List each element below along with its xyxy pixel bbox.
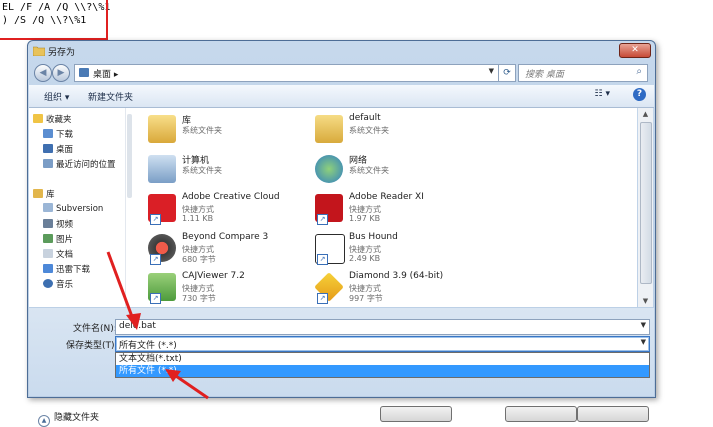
save-button[interactable] xyxy=(505,406,577,422)
library-icon xyxy=(33,189,43,198)
nav-recent[interactable]: 最近访问的位置 xyxy=(43,158,116,172)
file-item[interactable]: ↗ Bus Hound 快捷方式 2.49 KB xyxy=(315,232,480,270)
scroll-thumb[interactable] xyxy=(127,114,132,198)
file-item[interactable]: 计算机 系统文件夹 xyxy=(148,153,313,191)
desktop-icon xyxy=(79,68,89,77)
file-type-option-txt[interactable]: 文本文档(*.txt) xyxy=(116,353,649,365)
nav-thunder-downloads[interactable]: 迅雷下载 xyxy=(43,263,90,277)
file-item[interactable]: ↗ Adobe Reader XI 快捷方式 1.97 KB xyxy=(315,192,480,230)
encoding-select[interactable] xyxy=(380,406,452,422)
refresh-button[interactable]: ⟳ xyxy=(498,64,516,82)
address-bar[interactable]: 桌面 ▸ ▼ xyxy=(74,64,499,82)
background-editor: EL /F /A /Q \\?\%1 ) /S /Q \\?\%1 xyxy=(0,0,713,40)
scroll-up-arrow-icon[interactable]: ▲ xyxy=(638,108,653,120)
user-folder-icon xyxy=(315,115,343,143)
cancel-button[interactable] xyxy=(577,406,649,422)
star-icon xyxy=(33,114,43,123)
picture-icon xyxy=(43,234,53,243)
file-type-dropdown: 文本文档(*.txt) 所有文件 (*.*) xyxy=(115,352,650,378)
file-item[interactable]: ↗ Diamond 3.9 (64-bit) 快捷方式 997 字节 xyxy=(314,271,480,307)
scroll-down-arrow-icon[interactable]: ▼ xyxy=(638,295,653,307)
file-item[interactable]: 库 系统文件夹 xyxy=(148,113,313,151)
desktop-icon xyxy=(43,144,53,153)
forward-button[interactable]: ▶ xyxy=(52,64,70,82)
shortcut-arrow-icon: ↗ xyxy=(317,293,328,304)
scroll-thumb[interactable] xyxy=(640,122,652,284)
folder-icon xyxy=(33,46,45,56)
library-folder-icon xyxy=(148,115,176,143)
save-as-dialog: 另存为 ✕ ◀ ▶ 桌面 ▸ ▼ ⟳ 搜索 桌面 ⌕ 组织 ▾ 新建文件夹 ☷ … xyxy=(27,40,656,427)
new-folder-button[interactable]: 新建文件夹 xyxy=(88,90,133,103)
save-options-panel: 文件名(N): dele.bat ▼ 保存类型(T): 所有文件 (*.*) ▼… xyxy=(29,308,654,427)
toolbar: 组织 ▾ 新建文件夹 ☷ ▾ ? xyxy=(29,85,654,108)
nav-subversion[interactable]: Subversion xyxy=(43,203,103,217)
file-item[interactable]: default 系统文件夹 xyxy=(315,113,480,151)
shortcut-arrow-icon: ↗ xyxy=(150,214,161,225)
close-button[interactable]: ✕ xyxy=(619,43,651,58)
file-item[interactable]: 网络 系统文件夹 xyxy=(315,153,480,191)
navigation-pane: 收藏夹 下载 桌面 最近访问的位置 库 Subversion 视频 图片 文档 … xyxy=(29,108,125,307)
file-item[interactable]: ↗ Beyond Compare 3 快捷方式 680 字节 xyxy=(148,232,313,270)
file-item[interactable]: ↗ CAJViewer 7.2 快捷方式 730 字节 xyxy=(148,271,313,307)
organize-menu[interactable]: 组织 ▾ xyxy=(44,90,69,103)
nav-music[interactable]: 音乐 xyxy=(43,278,73,292)
back-button[interactable]: ◀ xyxy=(34,64,52,82)
download-icon xyxy=(43,264,53,273)
chevron-down-icon[interactable]: ▼ xyxy=(489,67,494,75)
help-button[interactable]: ? xyxy=(633,88,646,101)
file-type-option-all[interactable]: 所有文件 (*.*) xyxy=(116,365,649,377)
file-type-label: 保存类型(T): xyxy=(66,341,118,351)
music-icon xyxy=(43,279,53,288)
search-icon: ⌕ xyxy=(636,66,642,77)
file-list-scrollbar[interactable]: ▲ ▼ xyxy=(638,108,653,307)
hide-folders-toggle[interactable]: ▲ 隐藏文件夹 xyxy=(38,410,99,427)
highlight-box xyxy=(0,0,108,40)
search-input[interactable]: 搜索 桌面 xyxy=(525,67,564,80)
file-item[interactable]: ↗ Adobe Creative Cloud 快捷方式 1.11 KB xyxy=(148,192,313,230)
address-path: 桌面 ▸ xyxy=(93,70,119,80)
nav-downloads[interactable]: 下载 xyxy=(43,128,73,142)
nav-pictures[interactable]: 图片 xyxy=(43,233,73,247)
filename-label: 文件名(N): xyxy=(73,324,117,334)
nav-favorites[interactable]: 收藏夹 xyxy=(33,113,72,127)
chevron-down-icon[interactable]: ▼ xyxy=(641,321,646,329)
chevron-down-icon[interactable]: ▼ xyxy=(641,338,646,346)
dialog-title: 另存为 xyxy=(48,48,76,58)
document-icon xyxy=(43,249,53,258)
navigation-row: ◀ ▶ 桌面 ▸ ▼ ⟳ 搜索 桌面 ⌕ xyxy=(28,61,655,84)
folder-icon xyxy=(43,203,53,212)
computer-icon xyxy=(148,155,176,183)
title-bar[interactable]: 另存为 ✕ xyxy=(28,41,655,61)
shortcut-arrow-icon: ↗ xyxy=(150,293,161,304)
shortcut-arrow-icon: ↗ xyxy=(317,214,328,225)
nav-videos[interactable]: 视频 xyxy=(43,218,73,232)
nav-documents[interactable]: 文档 xyxy=(43,248,73,262)
search-box[interactable]: 搜索 桌面 ⌕ xyxy=(518,64,648,82)
nav-scrollbar[interactable] xyxy=(125,108,134,307)
shortcut-arrow-icon: ↗ xyxy=(317,254,328,265)
video-icon xyxy=(43,219,53,228)
file-type-select[interactable]: 所有文件 (*.*) ▼ xyxy=(115,336,650,352)
network-icon xyxy=(315,155,343,183)
chevron-up-icon: ▲ xyxy=(38,415,50,427)
filename-input[interactable]: dele.bat ▼ xyxy=(115,319,650,335)
view-menu[interactable]: ☷ ▾ xyxy=(595,89,610,99)
recent-icon xyxy=(43,159,53,168)
nav-library[interactable]: 库 xyxy=(33,188,55,202)
shortcut-arrow-icon: ↗ xyxy=(150,254,161,265)
download-icon xyxy=(43,129,53,138)
file-list: 库 系统文件夹 default 系统文件夹 计算机 系统文件夹 网络 系统文件夹… xyxy=(134,108,637,307)
nav-desktop[interactable]: 桌面 xyxy=(43,143,73,157)
